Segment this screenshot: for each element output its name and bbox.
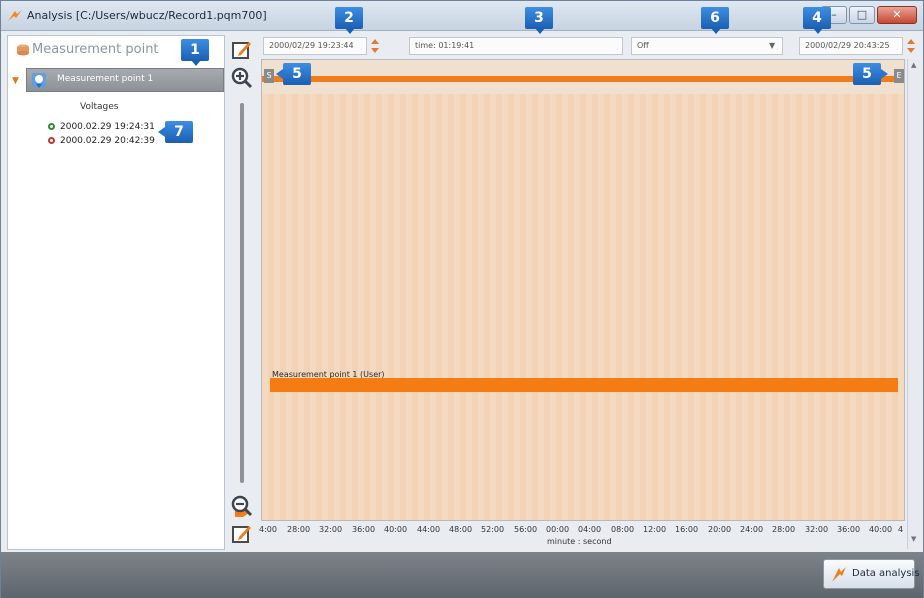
window-title: Analysis [C:/Users/wbucz/Record1.pqm700]: [27, 9, 267, 22]
series-bar[interactable]: [270, 378, 898, 392]
x-tick-label: 56:00: [514, 525, 538, 534]
start-time-field[interactable]: 2000/02/29 19:23:44: [263, 37, 367, 55]
callout-badge-1: 1: [181, 39, 209, 66]
expand-arrow-icon[interactable]: ▼: [12, 76, 19, 86]
callout-badge-7: 7: [158, 121, 193, 143]
x-tick-label: 52:00: [481, 525, 505, 534]
data-analysis-icon: [832, 567, 846, 582]
x-tick-label: 20:00: [708, 525, 732, 534]
start-time-spinner-icon[interactable]: [369, 37, 381, 55]
range-end-handle[interactable]: E: [894, 69, 904, 83]
close-button[interactable]: ✕: [877, 6, 917, 24]
range-track[interactable]: [262, 76, 904, 82]
title-bar: Analysis [C:/Users/wbucz/Record1.pqm700]…: [1, 1, 923, 31]
edit-icon-bottom[interactable]: [231, 523, 253, 545]
maximize-button[interactable]: □: [849, 6, 875, 24]
tree-item-label: Measurement point 1: [57, 74, 154, 84]
measurement-point-icon: [32, 73, 46, 88]
x-tick-label: 12:00: [643, 525, 667, 534]
callout-badge-4: 4: [803, 7, 831, 34]
x-tick-label: 28:00: [772, 525, 796, 534]
x-tick-label: 4:00: [259, 525, 277, 534]
edit-icon[interactable]: [231, 39, 253, 61]
duration-field: time: 01:19:41: [409, 37, 623, 55]
event-item[interactable]: 2000.02.29 20:42:39: [48, 136, 155, 146]
zoom-in-icon[interactable]: [231, 67, 253, 89]
x-tick-label: 04:00: [578, 525, 602, 534]
tree-item-measurement-point-1[interactable]: Measurement point 1: [26, 68, 224, 92]
bottom-bar: [1, 552, 923, 598]
x-tick-label: 40:00: [869, 525, 893, 534]
vertical-toolbar: [229, 35, 257, 550]
x-tick-label: 24:00: [740, 525, 764, 534]
scroll-down-icon[interactable]: ▼: [911, 535, 916, 543]
x-tick-label: 00:00: [546, 525, 570, 534]
zoom-out-icon[interactable]: [231, 495, 253, 517]
x-tick-label: 48:00: [449, 525, 473, 534]
x-tick-label: 36:00: [837, 525, 861, 534]
data-analysis-button[interactable]: Data analysis: [823, 559, 920, 589]
event-item[interactable]: 2000.02.29 19:24:31: [48, 122, 155, 132]
maximize-icon: □: [856, 8, 868, 21]
callout-badge-3: 3: [525, 7, 553, 34]
close-icon: ✕: [892, 8, 902, 21]
x-tick-label: 16:00: [675, 525, 699, 534]
callout-badge-6: 6: [701, 7, 729, 34]
x-axis-title: minute : second: [547, 537, 612, 546]
callout-badge-2: 2: [335, 7, 363, 34]
range-start-handle[interactable]: S: [264, 69, 274, 83]
x-tick-label: 44:00: [417, 525, 441, 534]
x-tick-label: 32:00: [805, 525, 829, 534]
chevron-down-icon[interactable]: ▼: [769, 41, 775, 50]
event-start-icon: [48, 123, 55, 130]
callout-badge-5-left: 5: [276, 63, 311, 85]
zoom-slider-track[interactable]: [240, 103, 244, 483]
panel-title: Measurement point: [32, 42, 159, 57]
x-tick-label: 28:00: [287, 525, 311, 534]
callout-badge-5-right: 5: [853, 63, 888, 85]
measurement-point-panel: Measurement point ▼ Measurement point 1 …: [7, 35, 225, 550]
x-tick-label: 32:00: [319, 525, 343, 534]
timeline-chart[interactable]: S E Measurement point 1 (User): [261, 59, 905, 521]
vertical-scrollbar[interactable]: ▲ ▼: [907, 59, 921, 549]
event-label: 2000.02.29 20:42:39: [60, 136, 155, 146]
analysis-window: Analysis [C:/Users/wbucz/Record1.pqm700]…: [0, 0, 924, 598]
x-tick-label: 4: [898, 525, 904, 534]
app-icon: [8, 10, 22, 21]
scroll-up-icon[interactable]: ▲: [911, 61, 916, 69]
end-time-field[interactable]: 2000/02/29 20:43:25: [799, 37, 903, 55]
database-icon: [17, 44, 29, 56]
group-label-voltages: Voltages: [80, 102, 119, 112]
data-analysis-label: Data analysis: [852, 568, 920, 579]
x-tick-label: 40:00: [384, 525, 408, 534]
end-time-spinner-icon[interactable]: [905, 37, 917, 55]
x-tick-label: 08:00: [611, 525, 635, 534]
event-label: 2000.02.29 19:24:31: [60, 122, 155, 132]
mode-select[interactable]: Off: [631, 37, 783, 55]
x-tick-label: 36:00: [352, 525, 376, 534]
event-end-icon: [48, 137, 55, 144]
